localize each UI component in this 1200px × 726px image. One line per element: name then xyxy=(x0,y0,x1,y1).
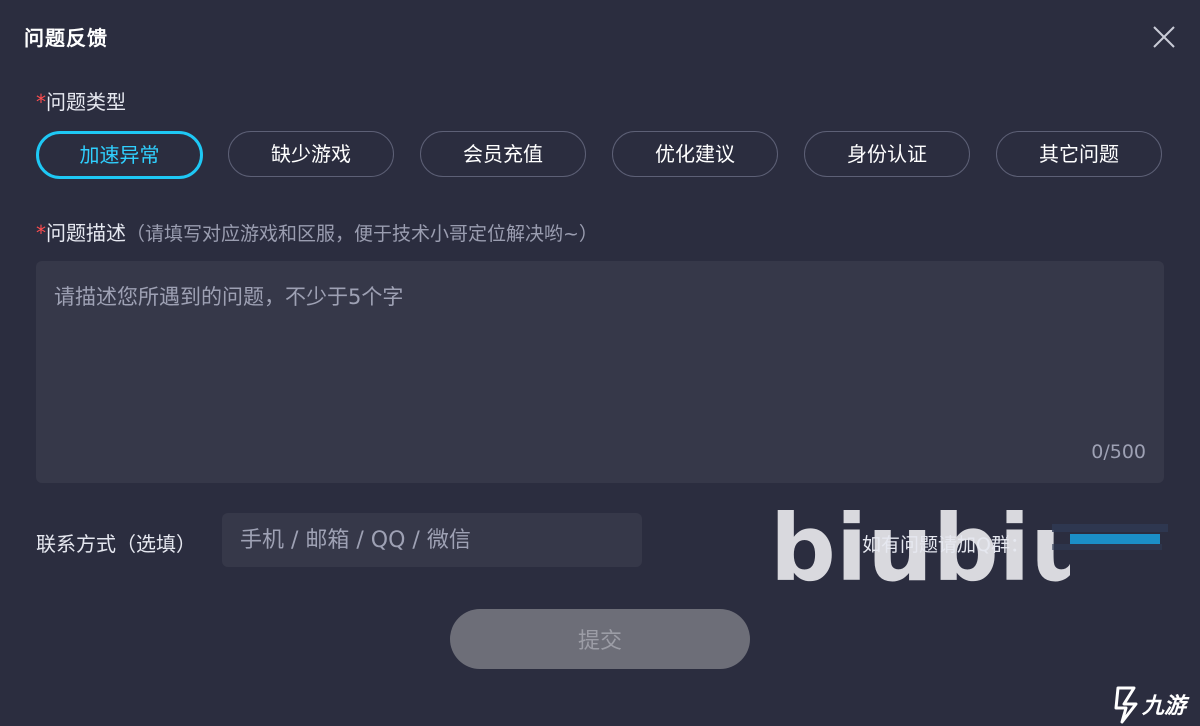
problem-type-label: *问题类型 xyxy=(36,86,126,115)
description-textarea[interactable] xyxy=(36,261,1164,483)
type-option-identity-verification[interactable]: 身份认证 xyxy=(804,131,970,177)
qq-group-text: 如有问题请加Q群： xyxy=(862,534,1029,556)
type-option-other[interactable]: 其它问题 xyxy=(996,131,1162,177)
description-box: 0/500 xyxy=(36,261,1164,483)
dialog-title: 问题反馈 xyxy=(24,26,108,50)
qq-group-number-blurred[interactable] xyxy=(1052,520,1168,552)
required-mark: * xyxy=(36,90,46,114)
problem-type-options: 加速异常 缺少游戏 会员充值 优化建议 身份认证 其它问题 xyxy=(36,131,1164,179)
type-option-optimization-suggestion[interactable]: 优化建议 xyxy=(612,131,778,177)
submit-button[interactable]: 提交 xyxy=(450,609,750,669)
nine-game-logo-icon xyxy=(1114,686,1138,724)
contact-input[interactable] xyxy=(222,513,642,567)
type-option-membership-recharge[interactable]: 会员充值 xyxy=(420,131,586,177)
contact-label: 联系方式（选填） xyxy=(36,532,196,556)
site-watermark: 九游 xyxy=(1112,680,1200,726)
description-label-text: 问题描述 xyxy=(46,221,126,245)
close-button[interactable] xyxy=(1150,23,1178,51)
char-counter: 0/500 xyxy=(1091,441,1146,463)
description-hint: （请填写对应游戏和区服，便于技术小哥定位解决哟~） xyxy=(126,223,598,245)
type-option-missing-game[interactable]: 缺少游戏 xyxy=(228,131,394,177)
problem-type-label-text: 问题类型 xyxy=(46,90,126,114)
feedback-dialog: 问题反馈 *问题类型 加速异常 缺少游戏 会员充值 优化建议 身份认证 其它问题… xyxy=(0,0,1200,726)
required-mark: * xyxy=(36,221,46,245)
site-watermark-text: 九游 xyxy=(1142,694,1187,719)
description-label: *问题描述（请填写对应游戏和区服，便于技术小哥定位解决哟~） xyxy=(36,217,598,246)
type-option-speedup-error[interactable]: 加速异常 xyxy=(36,131,203,179)
close-icon xyxy=(1153,26,1175,48)
